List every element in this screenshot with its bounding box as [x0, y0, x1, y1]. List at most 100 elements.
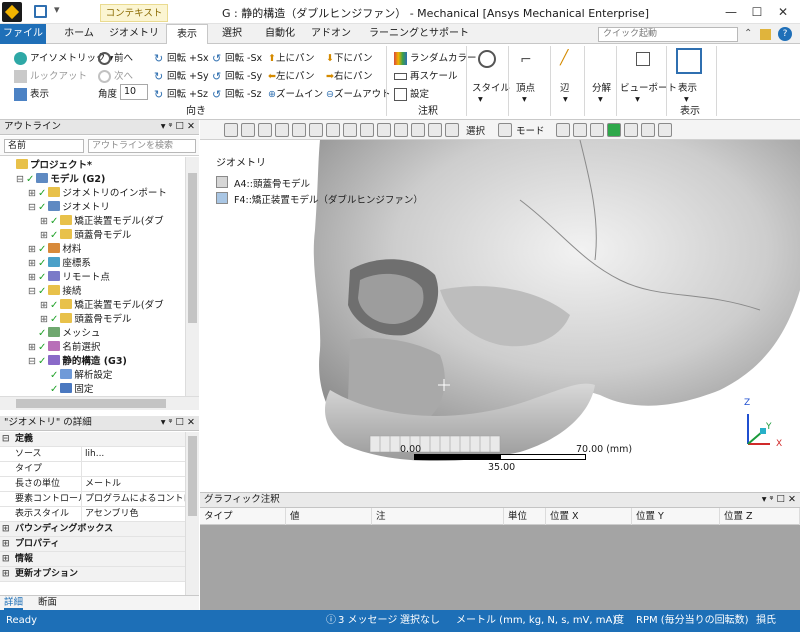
status-rpm[interactable]: RPM (毎分当りの回転数) — [636, 610, 749, 632]
graphics-viewport[interactable]: ジオメトリ A4::頭蓋骨モデル F4::矯正装置モデル（ダブルヒンジファン） 0… — [200, 140, 800, 492]
rotate-icon[interactable] — [343, 123, 357, 137]
tab-details[interactable]: 詳細 — [4, 596, 24, 610]
details-row[interactable]: 要素コントロールプログラムによるコントロー... — [0, 492, 185, 507]
maximize-button[interactable]: ☐ — [744, 2, 770, 22]
tree-expander-icon[interactable]: ⊞ — [40, 299, 50, 313]
vertex-button[interactable]: 頂点 ▾ — [516, 80, 535, 105]
angle-input[interactable]: 10 — [120, 84, 148, 100]
vertex-select-icon[interactable] — [590, 123, 604, 137]
tree-item[interactable]: プロジェクト* — [4, 159, 92, 173]
extend-icon[interactable] — [658, 123, 672, 137]
display-button[interactable]: 表示 — [14, 86, 49, 101]
details-value[interactable]: プログラムによるコントロー... — [82, 492, 185, 507]
panel-pin-icons[interactable]: ▾ ᵠ ☐ ✕ — [161, 120, 195, 134]
status-angle[interactable]: 度 — [614, 610, 624, 632]
column-header[interactable]: 値 — [286, 508, 372, 525]
tree-expander-icon[interactable]: ⊞ — [40, 215, 50, 229]
tab-select[interactable]: 選択 — [214, 24, 250, 44]
tree-item[interactable]: ⊞ ✓ 頭蓋骨モデル — [40, 229, 131, 243]
column-header[interactable]: 注 — [372, 508, 504, 525]
tree-item[interactable]: ⊞ ✓ 矯正装置モデル(ダブ — [40, 215, 164, 229]
details-section[interactable]: ⊞ 更新オプション — [0, 567, 185, 582]
scrollbar-thumb[interactable] — [16, 399, 166, 408]
tree-item[interactable]: ⊞ ✓ 座標系 — [28, 257, 91, 271]
undo-icon[interactable]: ▾ — [54, 3, 60, 16]
outline-scrollbar[interactable] — [185, 157, 199, 396]
tab-section[interactable]: 断面 — [38, 596, 57, 610]
minimize-button[interactable]: — — [718, 2, 744, 22]
status-units[interactable]: メートル (mm, kg, N, s, mV, mA) — [456, 610, 616, 632]
details-row[interactable]: ソース lih... — [0, 447, 185, 462]
rotate-plus-sz-button[interactable]: ↻ 回転 +Sz — [154, 86, 208, 101]
tree-expander-icon[interactable]: ⊟ — [16, 173, 26, 187]
pan-down-button[interactable]: ⬇下にパン — [326, 50, 372, 64]
details-section[interactable]: ⊟ 定義 — [0, 432, 185, 447]
details-row[interactable]: 表示スタイル アセンブリ色 — [0, 507, 185, 522]
panel-pin-icons[interactable]: ▾ ᵠ ☐ ✕ — [161, 416, 195, 430]
close-button[interactable]: ✕ — [770, 2, 796, 22]
tab-view[interactable]: 表示 — [166, 24, 208, 45]
section-expander-icon[interactable]: ⊞ — [2, 537, 10, 551]
section-expander-icon[interactable]: ⊞ — [2, 552, 10, 566]
messages-icon[interactable]: ⓘ — [326, 610, 336, 632]
tree-expander-icon[interactable]: ⊞ — [28, 187, 38, 201]
tree-item[interactable]: ⊞ ✓ 材料 — [28, 243, 81, 257]
axis-triad[interactable]: Z X Y — [738, 398, 788, 454]
zoom-in-icon[interactable] — [377, 123, 391, 137]
outline-search-input[interactable]: アウトラインを検索 — [88, 139, 196, 153]
tab-home[interactable]: ホーム — [58, 24, 100, 44]
section-expander-icon[interactable]: ⊞ — [2, 522, 10, 536]
style-button[interactable]: スタイル ▾ — [472, 80, 510, 105]
tree-item[interactable]: ✓ メッシュ — [28, 327, 100, 341]
section-expander-icon[interactable]: ⊟ — [2, 432, 10, 446]
outline-horizontal-scrollbar[interactable] — [0, 396, 199, 410]
decompose-button[interactable]: 分解 ▾ — [592, 80, 611, 105]
tree-expander-icon[interactable]: ⊞ — [40, 229, 50, 243]
tab-file[interactable]: ファイル — [0, 24, 46, 44]
tab-addon[interactable]: アドオン — [308, 24, 354, 44]
rotate-minus-sx-button[interactable]: ↺ 回転 -Sx — [212, 50, 262, 65]
edge-select-icon[interactable] — [573, 123, 587, 137]
next-button[interactable]: 次へ — [98, 68, 133, 83]
cube-icon[interactable] — [258, 123, 272, 137]
pan-right-button[interactable]: ➡右にパン — [326, 68, 372, 82]
tree-item[interactable]: ⊟ ✓ モデル (G2) — [16, 173, 105, 187]
mode-dropdown[interactable]: モード — [516, 123, 545, 137]
column-header[interactable]: 位置 Z — [720, 508, 800, 525]
random-color-button[interactable]: ランダムカラー — [394, 50, 477, 65]
save-icon[interactable] — [34, 5, 47, 18]
zoom-out-button[interactable]: ⊖ズームアウト — [326, 86, 391, 100]
rotate-plus-sx-button[interactable]: ↻ 回転 +Sx — [154, 50, 209, 65]
rescale-button[interactable]: 再スケール — [394, 68, 458, 82]
tree-item[interactable]: ⊞ ✓ 頭蓋骨モデル — [40, 313, 131, 327]
status-damage[interactable]: 損氏 — [756, 610, 776, 632]
tree-item[interactable]: ✓ 固定 — [40, 383, 93, 396]
zoom-out-icon[interactable] — [394, 123, 408, 137]
tab-learning-support[interactable]: ラーニングとサポート — [360, 24, 478, 44]
pin-icon[interactable] — [760, 29, 771, 40]
tree-item[interactable]: ⊟ ✓ 静的構造 (G3) — [28, 355, 127, 369]
zoom-all-icon[interactable] — [411, 123, 425, 137]
element-icon[interactable] — [624, 123, 638, 137]
scrollbar-thumb[interactable] — [188, 173, 197, 323]
magnify-icon[interactable] — [445, 123, 459, 137]
tree-expander-icon[interactable]: ⊞ — [40, 313, 50, 327]
viewport-button[interactable]: ビューポート ▾ — [620, 80, 677, 105]
scrollbar-thumb[interactable] — [188, 436, 197, 516]
look-at-button[interactable]: ルックアット — [14, 68, 87, 83]
zoom-in-button[interactable]: ⊕ズームイン — [268, 86, 323, 100]
tree-item[interactable]: ⊞ ✓ 名前選択 — [28, 341, 100, 355]
details-value[interactable]: メートル — [82, 477, 185, 492]
zoom-fit-icon[interactable] — [224, 123, 238, 137]
tree-item[interactable]: ⊟ ✓ ジオメトリ — [28, 201, 110, 215]
legend-swatch[interactable] — [216, 176, 228, 188]
node-icon[interactable] — [641, 123, 655, 137]
quick-launch-input[interactable]: クイック起動 — [598, 27, 738, 42]
zoom-box-icon[interactable] — [241, 123, 255, 137]
tree-item[interactable]: ⊞ ✓ リモート点 — [28, 271, 110, 285]
box-select-icon[interactable] — [326, 123, 340, 137]
tab-automation[interactable]: 自動化 — [256, 24, 304, 44]
tree-expander-icon[interactable]: ⊞ — [28, 243, 38, 257]
column-header[interactable]: タイプ — [200, 508, 286, 525]
details-value[interactable]: アセンブリ色 — [82, 507, 185, 522]
